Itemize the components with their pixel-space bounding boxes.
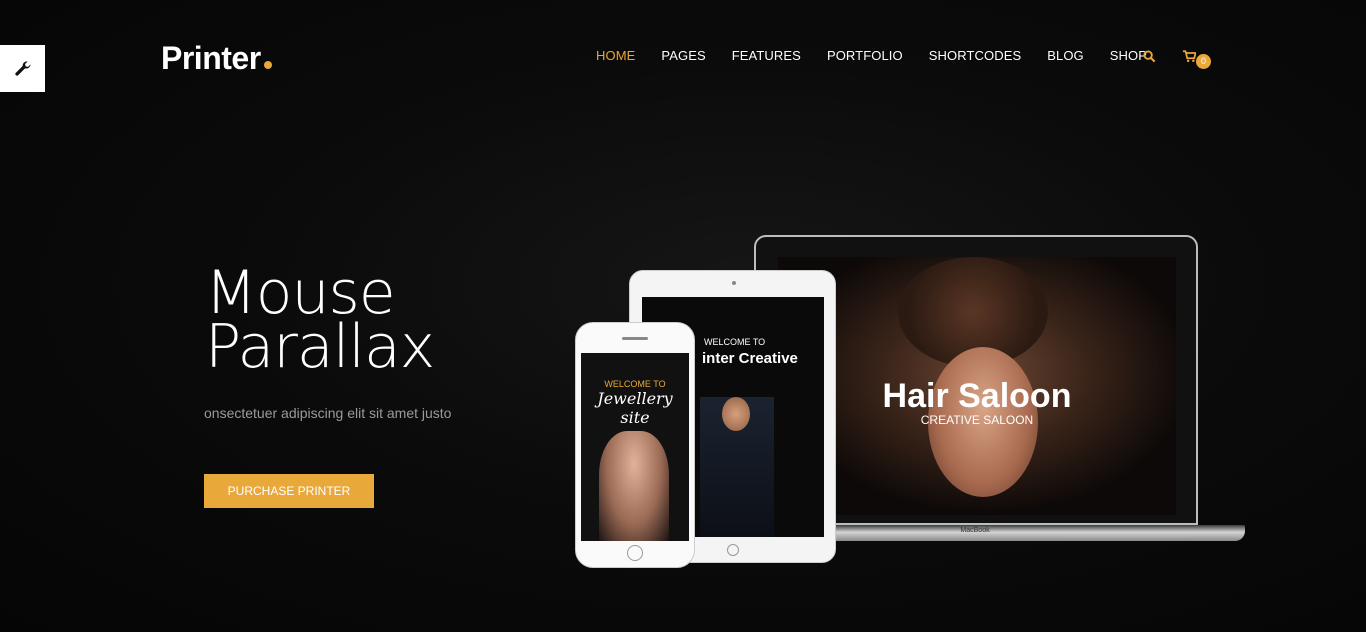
phone-script-title: Jewellery site (597, 389, 673, 427)
phone-home-button (627, 545, 643, 561)
main-nav: HOME PAGES FEATURES PORTFOLIO SHORTCODES… (596, 48, 1173, 64)
cart-count-badge: 0 (1196, 54, 1211, 69)
businessman-image (700, 397, 774, 537)
tablet-heading: inter Creative (702, 350, 798, 367)
hero-title: Mouse Parallax (205, 258, 435, 382)
nav-item-features[interactable]: FEATURES (732, 48, 801, 64)
phone-welcome: WELCOME TO (604, 379, 666, 389)
nav-item-blog[interactable]: BLOG (1047, 48, 1084, 64)
wrench-icon (14, 60, 30, 76)
site-logo[interactable]: Printer (161, 40, 272, 77)
nav-item-shortcodes[interactable]: SHORTCODES (929, 48, 1022, 64)
businessman-head (722, 397, 750, 431)
logo-text: Printer (161, 40, 261, 76)
tablet-home-button (727, 544, 739, 556)
nav-item-shop[interactable]: SHOP (1110, 48, 1147, 64)
nav-item-pages[interactable]: PAGES (661, 48, 705, 64)
jewellery-model-image (599, 431, 669, 541)
phone-speaker (622, 337, 648, 340)
purchase-button[interactable]: PURCHASE PRINTER (204, 474, 374, 508)
settings-tool-button[interactable] (0, 45, 45, 92)
nav-item-portfolio[interactable]: PORTFOLIO (827, 48, 903, 64)
logo-dot (263, 61, 272, 69)
search-icon[interactable] (1143, 50, 1156, 68)
laptop-subtitle: CREATIVE SALOON (920, 413, 1034, 427)
laptop-title: Hair Saloon (882, 377, 1072, 415)
tablet-welcome: WELCOME TO (704, 337, 766, 347)
hero-subtitle: onsectetuer adipiscing elit sit amet jus… (204, 405, 452, 421)
tablet-camera (732, 281, 736, 285)
phone-mockup: WELCOME TO Jewellery site (575, 322, 695, 568)
nav-item-home[interactable]: HOME (596, 48, 635, 64)
cart-icon[interactable] (1182, 50, 1197, 68)
phone-screen: WELCOME TO Jewellery site (581, 353, 689, 541)
laptop-screen: Hair Saloon CREATIVE SALOON (778, 257, 1176, 515)
